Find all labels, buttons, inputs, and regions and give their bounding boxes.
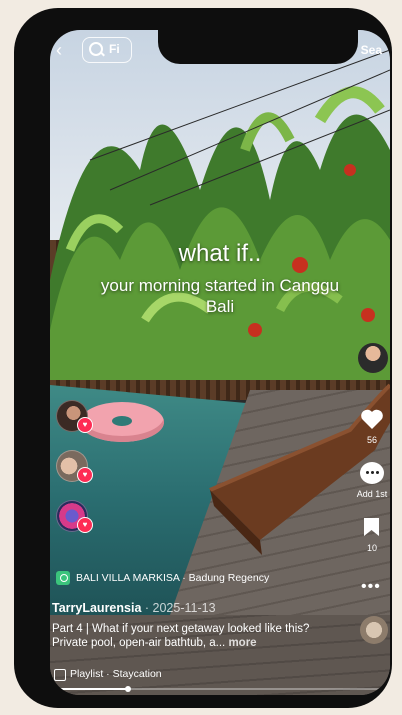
caption-block: your morning started in Canggu Bali xyxy=(50,275,390,317)
video-screen[interactable]: ‹ Fi Sea what if.. your morning started … xyxy=(50,30,390,695)
viewer-avatar-3[interactable]: ♥ xyxy=(56,500,93,533)
comment-icon[interactable] xyxy=(360,462,384,484)
location-tag[interactable]: BALI VILLA MARKISA · Badung Regency xyxy=(56,571,269,585)
phone-notch xyxy=(158,30,358,64)
like-count: 56 xyxy=(366,435,377,445)
comment-label: Add 1st xyxy=(356,489,388,499)
more-link[interactable]: more xyxy=(228,637,256,649)
progress-knob[interactable] xyxy=(124,686,131,692)
caption-line-2: your morning started in Canggu xyxy=(100,276,340,295)
post-date: · 2025-11-13 xyxy=(141,601,216,615)
caption-line-1: what if.. xyxy=(178,240,262,267)
viewer-avatar-1[interactable]: ♥ xyxy=(56,400,93,433)
search-button[interactable]: Sea xyxy=(361,43,382,57)
progress-fill xyxy=(56,688,128,690)
description-text: Part 4 | What if your next getaway looke… xyxy=(52,623,310,649)
like-icon[interactable] xyxy=(360,408,384,430)
search-text: Fi xyxy=(109,42,120,56)
creator-avatar[interactable] xyxy=(358,343,388,373)
more-options-icon[interactable]: ••• xyxy=(361,578,381,596)
location-pin-icon xyxy=(56,571,70,585)
playlist-icon xyxy=(54,669,66,681)
search-box[interactable]: Fi xyxy=(82,37,132,63)
heart-badge-icon: ♥ xyxy=(77,517,93,533)
phone-frame: ‹ Fi Sea what if.. your morning started … xyxy=(14,8,392,708)
heart-badge-icon: ♥ xyxy=(77,417,93,433)
video-description[interactable]: Part 4 | What if your next getaway looke… xyxy=(52,622,342,650)
author-name[interactable]: TarryLaurensia xyxy=(52,601,141,615)
caption-line-3: Bali xyxy=(205,297,235,316)
video-progress-bar[interactable] xyxy=(56,686,382,692)
viewer-avatar-2[interactable]: ♥ xyxy=(56,450,93,483)
author-line: TarryLaurensia · 2025-11-13 xyxy=(52,601,216,615)
location-text: BALI VILLA MARKISA · Badung Regency xyxy=(76,572,270,584)
back-button[interactable]: ‹ xyxy=(56,40,62,61)
search-icon xyxy=(89,42,103,56)
tropical-foliage xyxy=(50,49,390,380)
playlist-label: Playlist · Staycation xyxy=(70,668,162,680)
bookmark-icon[interactable] xyxy=(363,517,380,537)
save-count: 10 xyxy=(366,543,377,553)
action-rail: 56 Add 1st 10 ••• xyxy=(346,30,390,695)
playlist-bar[interactable]: Playlist · Staycation xyxy=(50,664,390,686)
heart-badge-icon: ♥ xyxy=(77,467,93,483)
